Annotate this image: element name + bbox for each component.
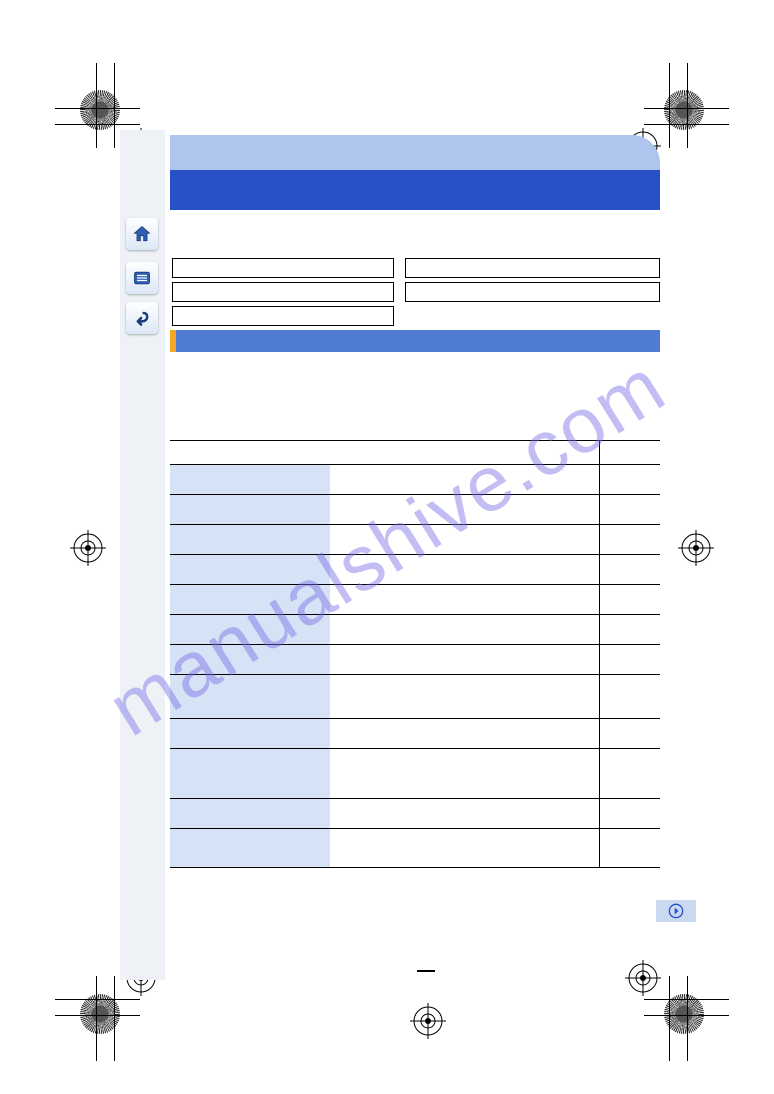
table-row bbox=[170, 585, 660, 615]
table-cell bbox=[600, 615, 660, 644]
table-cell bbox=[170, 525, 330, 554]
table-row bbox=[170, 495, 660, 525]
page-number-rule bbox=[417, 970, 435, 972]
table-cell bbox=[600, 749, 660, 798]
table-cell bbox=[600, 829, 660, 867]
table-cell bbox=[600, 525, 660, 554]
link-box[interactable] bbox=[405, 282, 660, 302]
crop-mark bbox=[687, 976, 688, 1061]
table-row bbox=[170, 645, 660, 675]
registration-starburst bbox=[664, 994, 704, 1034]
back-button[interactable] bbox=[126, 302, 158, 334]
table-cell bbox=[330, 675, 600, 718]
crop-mark bbox=[669, 63, 670, 148]
table-cell bbox=[330, 749, 600, 798]
link-box[interactable] bbox=[172, 306, 394, 326]
registration-starburst bbox=[80, 90, 120, 130]
table-cell bbox=[600, 495, 660, 524]
crop-mark bbox=[114, 63, 115, 148]
registration-mark bbox=[678, 530, 714, 566]
contents-icon bbox=[132, 268, 152, 288]
table-row bbox=[170, 555, 660, 585]
table-cell bbox=[170, 719, 330, 748]
crop-mark bbox=[96, 976, 97, 1061]
table-cell bbox=[330, 525, 600, 554]
table-row bbox=[170, 749, 660, 799]
table-row bbox=[170, 615, 660, 645]
home-button[interactable] bbox=[126, 218, 158, 250]
crop-mark bbox=[644, 1015, 729, 1016]
crop-mark bbox=[644, 124, 729, 125]
table-cell bbox=[330, 615, 600, 644]
registration-mark bbox=[625, 960, 661, 996]
table-cell bbox=[170, 645, 330, 674]
chapter-header-light bbox=[170, 135, 660, 170]
table-cell bbox=[170, 749, 330, 798]
table-cell bbox=[170, 585, 330, 614]
back-icon bbox=[132, 308, 152, 328]
arrow-right-icon bbox=[668, 903, 684, 919]
registration-starburst bbox=[80, 994, 120, 1034]
crop-mark bbox=[55, 999, 140, 1000]
link-box[interactable] bbox=[172, 282, 394, 302]
table-cell bbox=[170, 675, 330, 718]
table-cell bbox=[330, 829, 600, 867]
table-cell bbox=[330, 719, 600, 748]
contents-button[interactable] bbox=[126, 262, 158, 294]
crop-mark bbox=[55, 124, 140, 125]
table-cell bbox=[600, 555, 660, 584]
crop-mark bbox=[55, 1015, 140, 1016]
crop-mark bbox=[55, 108, 140, 109]
table-cell bbox=[170, 615, 330, 644]
section-heading bbox=[170, 330, 660, 352]
table-header-cell bbox=[600, 441, 660, 464]
crop-mark bbox=[687, 63, 688, 148]
table-header-cell bbox=[170, 441, 330, 464]
registration-mark bbox=[410, 1003, 446, 1039]
table-cell bbox=[600, 719, 660, 748]
crop-mark bbox=[644, 999, 729, 1000]
table-cell bbox=[600, 799, 660, 828]
table-cell bbox=[330, 799, 600, 828]
crop-mark bbox=[644, 108, 729, 109]
table-row bbox=[170, 675, 660, 719]
table-row bbox=[170, 525, 660, 555]
table-row bbox=[170, 799, 660, 829]
table-cell bbox=[600, 465, 660, 494]
link-box[interactable] bbox=[405, 258, 660, 278]
continued-badge[interactable] bbox=[656, 900, 696, 922]
table-cell bbox=[170, 495, 330, 524]
link-box[interactable] bbox=[172, 258, 394, 278]
table-cell bbox=[600, 645, 660, 674]
crop-mark bbox=[96, 63, 97, 148]
spec-table bbox=[170, 440, 660, 868]
table-cell bbox=[170, 829, 330, 867]
chapter-header-dark bbox=[170, 170, 660, 210]
table-cell bbox=[330, 465, 600, 494]
table-row bbox=[170, 465, 660, 495]
table-cell bbox=[330, 495, 600, 524]
table-cell bbox=[330, 585, 600, 614]
table-cell bbox=[330, 645, 600, 674]
table-cell bbox=[170, 465, 330, 494]
table-cell bbox=[330, 555, 600, 584]
table-row bbox=[170, 719, 660, 749]
crop-mark bbox=[114, 976, 115, 1061]
sidebar bbox=[120, 130, 165, 980]
table-header-cell bbox=[330, 441, 600, 464]
table-row bbox=[170, 829, 660, 867]
registration-mark bbox=[70, 530, 106, 566]
table-cell bbox=[600, 675, 660, 718]
table-cell bbox=[600, 585, 660, 614]
crop-mark bbox=[669, 976, 670, 1061]
table-header-row bbox=[170, 441, 660, 465]
table-cell bbox=[170, 555, 330, 584]
registration-starburst bbox=[664, 90, 704, 130]
home-icon bbox=[132, 224, 152, 244]
table-cell bbox=[170, 799, 330, 828]
